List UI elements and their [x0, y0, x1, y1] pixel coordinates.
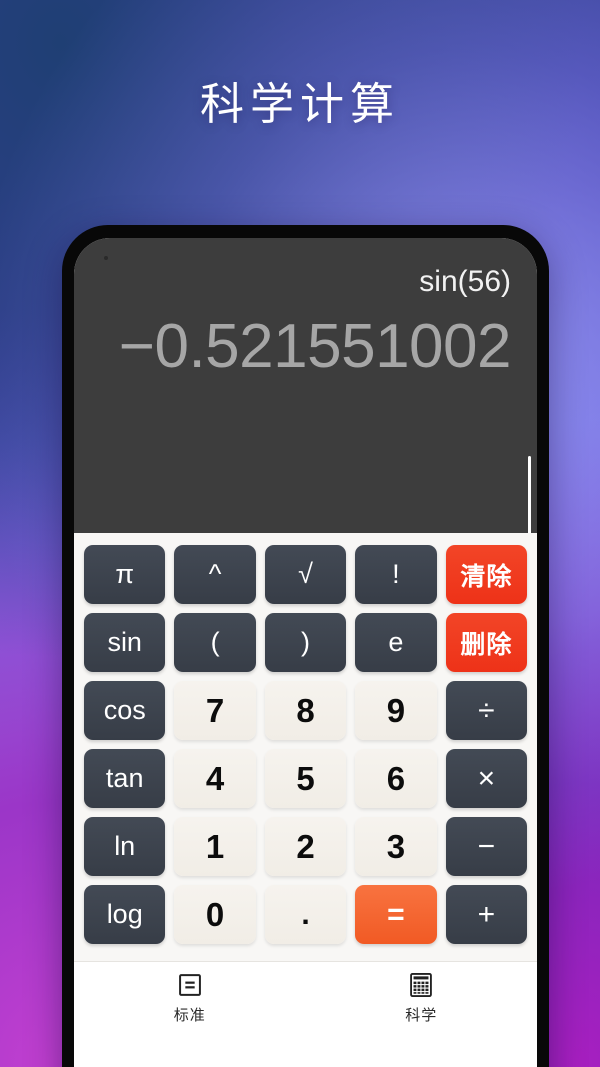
bottom-tabbar: 标准 科学: [74, 961, 537, 1039]
keypad-row: log 0. = +: [84, 885, 528, 944]
key-sin[interactable]: sin: [84, 613, 166, 672]
key-digit-9[interactable]: 9: [355, 681, 437, 740]
calculator-grid-icon: [407, 971, 435, 999]
key-pi[interactable]: π: [84, 545, 166, 604]
page-title: 科学计算: [200, 80, 400, 129]
key-delete[interactable]: 删除: [445, 613, 528, 672]
tab-standard[interactable]: 标准: [74, 971, 306, 1025]
phone-screen: sin(56) −0.521551002 π ^ √! 清除 sin() e 删除 cos 7 8…: [74, 238, 537, 1067]
key-subtract[interactable]: −: [445, 817, 528, 876]
key-clear[interactable]: 清除: [445, 545, 528, 604]
key-log[interactable]: log: [84, 885, 166, 944]
keypad-row: ln 1 2 3−: [84, 817, 528, 876]
tab-label: 标准: [173, 1007, 206, 1024]
key-digit-2[interactable]: 2: [264, 817, 347, 876]
key-multiply[interactable]: ×: [445, 749, 528, 808]
calculator-display[interactable]: sin(56) −0.521551002: [74, 238, 537, 533]
key-add[interactable]: +: [445, 885, 528, 944]
key-digit-5[interactable]: 5: [264, 749, 347, 808]
tab-scientific[interactable]: 科学: [306, 971, 538, 1025]
key-tan[interactable]: tan: [84, 749, 166, 808]
camera-dot-icon: [104, 256, 108, 260]
key-digit-0[interactable]: 0: [174, 885, 256, 944]
tab-label: 科学: [405, 1007, 438, 1024]
equals-square-icon: [176, 971, 204, 999]
screenshot-root: 科学计算 sin(56) −0.521551002 π ^ √! 清除 sin() e 删除…: [0, 0, 600, 1067]
key-factorial[interactable]: !: [355, 545, 437, 604]
key-digit-1[interactable]: 1: [174, 817, 256, 876]
keypad-row: sin() e 删除: [84, 613, 528, 672]
key-digit-6[interactable]: 6: [355, 749, 437, 808]
key-left-paren[interactable]: (: [174, 613, 256, 672]
key-right-paren[interactable]: ): [264, 613, 347, 672]
key-divide[interactable]: ÷: [445, 681, 528, 740]
key-cos[interactable]: cos: [84, 681, 166, 740]
key-digit-8[interactable]: 8: [264, 681, 347, 740]
key-power[interactable]: ^: [174, 545, 256, 604]
key-decimal-point[interactable]: .: [264, 885, 347, 944]
key-digit-3[interactable]: 3: [355, 817, 437, 876]
keypad-row: cos 7 8 9 ÷: [84, 681, 528, 740]
keypad-row: π ^ √! 清除: [84, 545, 528, 604]
expression-text: sin(56): [419, 265, 511, 298]
key-digit-7[interactable]: 7: [174, 681, 256, 740]
key-euler[interactable]: e: [355, 613, 437, 672]
key-natural-log[interactable]: ln: [84, 817, 166, 876]
phone-mockup: sin(56) −0.521551002 π ^ √! 清除 sin() e 删除 cos 7 8…: [62, 225, 549, 1067]
key-digit-4[interactable]: 4: [174, 749, 256, 808]
key-sqrt[interactable]: √: [264, 545, 347, 604]
result-text: −0.521551002: [118, 312, 512, 381]
display-scrollbar[interactable]: [528, 456, 531, 533]
key-equals[interactable]: =: [355, 885, 437, 944]
keypad: π ^ √! 清除 sin() e 删除 cos 7 8 9 ÷ tan 4 5 6 × ln 1 2 3− log 0. =…: [74, 533, 537, 961]
keypad-row: tan 4 5 6 ×: [84, 749, 528, 808]
